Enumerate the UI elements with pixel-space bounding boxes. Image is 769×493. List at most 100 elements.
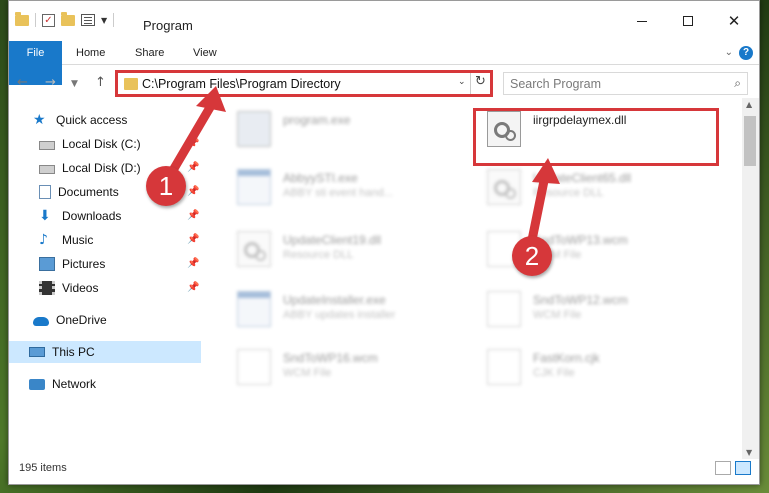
customize-toolbar-chevron-icon[interactable]: ▼ — [101, 16, 107, 25]
file-name: SndToWP16.wcm — [283, 351, 378, 365]
sidebar-item-videos[interactable]: Videos — [39, 277, 98, 299]
maximize-button[interactable] — [665, 1, 711, 41]
minimize-icon — [637, 20, 647, 22]
dll-gear-icon — [487, 169, 521, 205]
sidebar-item-pictures[interactable]: Pictures — [39, 253, 105, 275]
pin-icon[interactable]: 📌 — [187, 186, 199, 197]
toolbar-divider — [35, 13, 36, 27]
close-button[interactable]: ✕ — [711, 1, 757, 41]
forward-arrow-icon[interactable]: → — [45, 75, 56, 90]
checkbox-properties-icon[interactable]: ✓ — [42, 13, 55, 27]
sidebar-item-onedrive[interactable]: OneDrive — [33, 309, 107, 331]
scroll-down-chevron-icon[interactable]: ▼ — [746, 448, 752, 457]
close-icon: ✕ — [727, 12, 741, 30]
exe-icon — [237, 111, 271, 147]
sidebar-item-quick-access[interactable]: ★ Quick access — [33, 109, 127, 131]
file-item[interactable]: UpdateClient65.dll Resource DLL — [459, 165, 699, 209]
minimize-button[interactable] — [619, 1, 665, 41]
properties-icon[interactable] — [81, 14, 95, 26]
dll-gear-icon — [237, 231, 271, 267]
onedrive-icon — [33, 317, 49, 326]
address-bar[interactable]: C:\Program Files\Program Directory ⌄ ↻ — [115, 70, 493, 97]
file-name: UpdateClient19.dll — [283, 233, 382, 247]
pin-icon[interactable]: 📌 — [187, 234, 199, 245]
navigation-pane: ★ Quick access Local Disk (C:) 📌 Local D… — [9, 101, 201, 457]
highlight-box-dll — [473, 108, 719, 166]
file-name: UpdateClient65.dll — [533, 171, 632, 185]
gear-icon — [255, 250, 266, 261]
file-item[interactable]: UpdateInstaller.exe ABBY updates install… — [209, 287, 449, 331]
title-bar: ✓ ▼ Program ✕ — [9, 1, 759, 41]
file-icon — [237, 349, 271, 385]
vertical-scrollbar[interactable]: ▲ ▼ — [742, 98, 759, 459]
annotation-badge-2: 2 — [512, 236, 552, 276]
pin-icon[interactable]: 📌 — [187, 210, 199, 221]
pin-icon[interactable]: 📌 — [187, 282, 199, 293]
file-name: FastKorn.cjk — [533, 351, 600, 365]
pin-icon[interactable]: 📌 — [187, 258, 199, 269]
folder-icon — [15, 11, 29, 26]
pin-icon[interactable]: 📌 — [187, 138, 199, 149]
help-icon[interactable]: ? — [739, 46, 753, 60]
tab-view[interactable]: View — [193, 41, 217, 65]
up-arrow-icon[interactable]: ↑ — [95, 75, 106, 90]
scroll-up-chevron-icon[interactable]: ▲ — [746, 100, 752, 109]
tab-share[interactable]: Share — [135, 41, 164, 65]
status-item-count: 195 items — [19, 462, 67, 474]
sidebar-item-local-disk-d[interactable]: Local Disk (D:) — [39, 157, 141, 179]
sidebar-item-documents[interactable]: Documents — [39, 181, 119, 203]
sidebar-item-label: Quick access — [56, 113, 128, 127]
file-name: AbbyySTI.exe — [283, 171, 358, 185]
toolbar-divider — [113, 13, 115, 27]
file-item[interactable]: SndToWP12.wcm WCM File — [459, 287, 699, 331]
file-name: SndToWP12.wcm — [533, 293, 628, 307]
search-box[interactable]: Search Program ⌕ — [503, 72, 748, 95]
file-icon — [487, 291, 521, 327]
gear-icon — [505, 188, 516, 199]
app-icon — [237, 169, 271, 205]
sidebar-item-label: Music — [62, 233, 94, 247]
file-item[interactable]: SndToWP16.wcm WCM File — [209, 345, 449, 389]
file-explorer-window: ✓ ▼ Program ✕ File Home Share View ⌄ ? ←… — [8, 0, 760, 485]
documents-icon — [39, 185, 51, 199]
sidebar-item-downloads[interactable]: ⬇ Downloads — [39, 205, 121, 227]
address-path[interactable]: C:\Program Files\Program Directory — [142, 77, 341, 91]
file-item[interactable]: program.exe — [209, 107, 449, 151]
large-icons-view-icon[interactable] — [735, 461, 751, 475]
file-type: CJK File — [533, 367, 575, 379]
expand-ribbon-chevron-icon[interactable]: ⌄ — [725, 47, 733, 58]
file-item[interactable]: UpdateClient19.dll Resource DLL — [209, 227, 449, 271]
address-dropdown-chevron-icon[interactable]: ⌄ — [458, 77, 466, 87]
sidebar-item-network[interactable]: Network — [29, 373, 96, 395]
file-item[interactable]: FastKorn.cjk CJK File — [459, 345, 699, 389]
sidebar-item-local-disk-c[interactable]: Local Disk (C:) — [39, 133, 141, 155]
file-type: WCM File — [283, 367, 332, 379]
details-view-icon[interactable] — [715, 461, 731, 475]
search-placeholder[interactable]: Search Program — [510, 77, 601, 91]
file-type: WCM File — [533, 309, 582, 321]
refresh-icon[interactable]: ↻ — [475, 74, 486, 89]
sidebar-item-label: This PC — [52, 345, 95, 359]
network-icon — [29, 378, 45, 390]
address-divider — [470, 73, 471, 94]
sidebar-item-label: Network — [52, 377, 97, 391]
new-folder-icon[interactable] — [61, 11, 75, 26]
back-arrow-icon[interactable]: ← — [17, 75, 28, 90]
search-icon[interactable]: ⌕ — [734, 76, 741, 91]
sidebar-item-music[interactable]: ♪ Music — [39, 229, 93, 251]
recent-locations-chevron-icon[interactable]: ▼ — [71, 79, 78, 89]
file-item[interactable]: SndToWP13.wcm WCM File — [459, 227, 699, 271]
sidebar-item-this-pc[interactable]: This PC — [9, 341, 201, 363]
scrollbar-thumb[interactable] — [744, 116, 756, 166]
tab-home[interactable]: Home — [76, 41, 105, 65]
sidebar-item-label: Pictures — [62, 257, 106, 271]
ribbon-tabs: File Home Share View ⌄ ? — [9, 41, 759, 85]
annotation-badge-1: 1 — [146, 166, 186, 206]
this-pc-icon — [29, 347, 45, 357]
sidebar-item-label: Downloads — [62, 209, 122, 223]
sidebar-item-label: Local Disk (C:) — [62, 137, 141, 151]
file-item[interactable]: AbbyySTI.exe ABBY sti event hand... — [209, 165, 449, 209]
pin-icon[interactable]: 📌 — [187, 162, 199, 173]
file-icon — [487, 349, 521, 385]
sidebar-item-label: Documents — [58, 185, 119, 199]
